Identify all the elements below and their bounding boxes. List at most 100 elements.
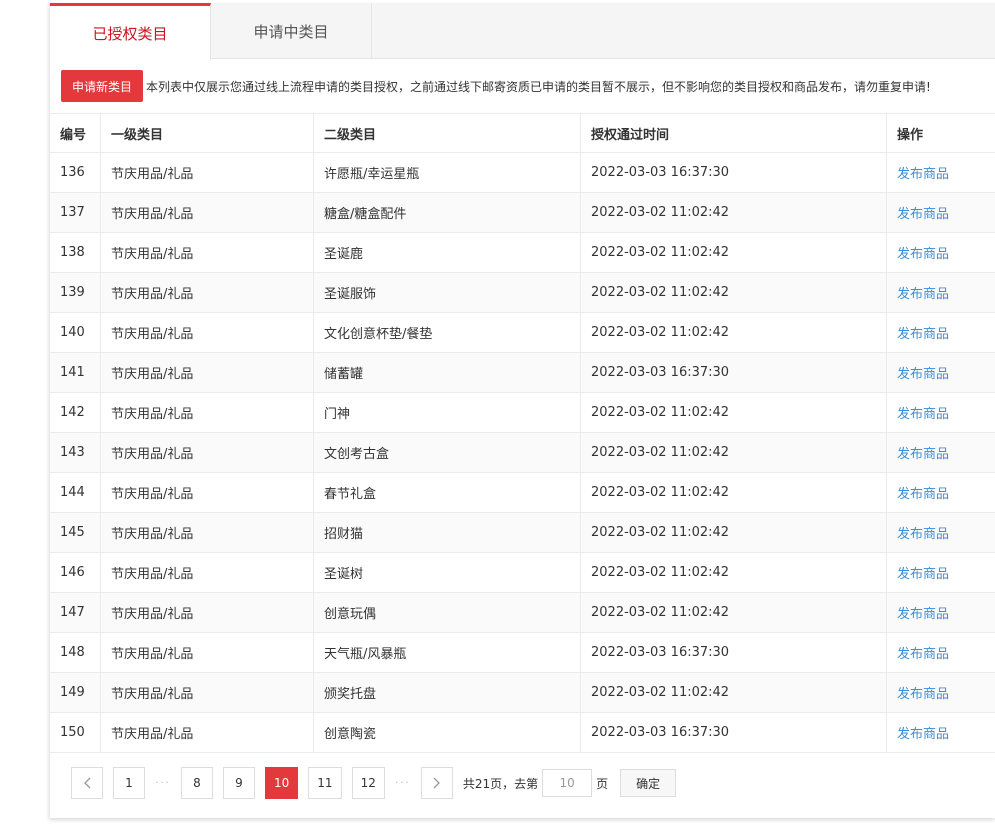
cell-action: 发布商品: [887, 673, 995, 712]
table-row: 140 节庆用品/礼品 文化创意杯垫/餐垫 2022-03-02 11:02:42 发布…: [50, 313, 995, 353]
page-button-9[interactable]: 9: [223, 767, 255, 799]
category-table: 编号 一级类目 二级类目 授权通过时间 操作 136 节庆用品/礼品 许愿瓶/幸运星…: [50, 113, 995, 753]
publish-product-link[interactable]: 发布商品: [897, 483, 949, 502]
cell-category-2: 糖盒/糖盒配件: [314, 193, 581, 232]
header-action: 操作: [897, 127, 924, 143]
cell-category-1: 节庆用品/礼品: [101, 233, 314, 272]
next-page-button[interactable]: [420, 767, 453, 799]
cell-id: 141: [50, 353, 101, 392]
publish-product-link[interactable]: 发布商品: [897, 443, 949, 462]
cell-action: 发布商品: [887, 233, 995, 272]
cell-action: 发布商品: [887, 473, 995, 512]
cell-category-2: 创意陶瓷: [314, 713, 581, 752]
confirm-goto-button[interactable]: 确定: [620, 769, 677, 797]
publish-product-link[interactable]: 发布商品: [897, 563, 949, 582]
cell-id: 139: [50, 273, 101, 312]
cell-category-2: 储蓄罐: [314, 353, 581, 392]
cell-category-2: 许愿瓶/幸运星瓶: [314, 153, 581, 192]
cell-id: 145: [50, 513, 101, 552]
publish-product-link[interactable]: 发布商品: [897, 683, 949, 702]
table-row: 149 节庆用品/礼品 颁奖托盘 2022-03-02 11:02:42 发布商品: [50, 673, 995, 713]
page-button-current[interactable]: 10: [265, 767, 299, 799]
table-row: 145 节庆用品/礼品 招财猫 2022-03-02 11:02:42 发布商品: [50, 513, 995, 553]
cell-action: 发布商品: [887, 433, 995, 472]
cell-category-1: 节庆用品/礼品: [101, 633, 314, 672]
cell-action: 发布商品: [887, 633, 995, 672]
cell-id: 146: [50, 553, 101, 592]
cell-category-2: 圣诞服饰: [314, 273, 581, 312]
cell-auth-time: 2022-03-02 11:02:42: [581, 393, 887, 432]
header-category-2: 二级类目: [314, 114, 581, 152]
table-row: 136 节庆用品/礼品 许愿瓶/幸运星瓶 2022-03-03 16:37:30 发布商…: [50, 153, 995, 193]
chevron-right-icon: [433, 777, 440, 789]
cell-id: 150: [50, 713, 101, 752]
page-button-12[interactable]: 12: [351, 767, 385, 799]
publish-product-link[interactable]: 发布商品: [897, 723, 949, 742]
header-id: 编号: [50, 114, 101, 152]
publish-product-link[interactable]: 发布商品: [897, 603, 949, 622]
cell-category-2: 天气瓶/风暴瓶: [314, 633, 581, 672]
cell-category-2: 颁奖托盘: [314, 673, 581, 712]
tab-authorized-categories[interactable]: 已授权类目: [50, 3, 211, 60]
table-row: 148 节庆用品/礼品 天气瓶/风暴瓶 2022-03-03 16:37:30 发布商品: [50, 633, 995, 673]
cell-category-1: 节庆用品/礼品: [101, 473, 314, 512]
cell-category-1: 节庆用品/礼品: [101, 353, 314, 392]
notice-text: 本列表中仅展示您通过线上流程申请的类目授权，之前通过线下邮寄资质已申请的类目暂不…: [146, 79, 931, 94]
cell-category-1: 节庆用品/礼品: [101, 713, 314, 752]
cell-action: 发布商品: [887, 713, 995, 752]
publish-product-link[interactable]: 发布商品: [897, 523, 949, 542]
goto-page-input[interactable]: [542, 769, 593, 797]
tab-pending-categories[interactable]: 申请中类目: [211, 3, 372, 59]
cell-category-1: 节庆用品/礼品: [101, 313, 314, 352]
publish-product-link[interactable]: 发布商品: [897, 323, 949, 342]
cell-auth-time: 2022-03-02 11:02:42: [581, 433, 887, 472]
cell-id: 137: [50, 193, 101, 232]
cell-id: 149: [50, 673, 101, 712]
table-row: 137 节庆用品/礼品 糖盒/糖盒配件 2022-03-02 11:02:42 发布商品: [50, 193, 995, 233]
cell-category-1: 节庆用品/礼品: [101, 393, 314, 432]
pagination: 1 ··· 8 9 10 11 12 ··· 共21页，去第 页 确定: [71, 767, 677, 799]
cell-id: 138: [50, 233, 101, 272]
cell-category-2: 创意玩偶: [314, 593, 581, 632]
page-button-8[interactable]: 8: [181, 767, 213, 799]
cell-category-1: 节庆用品/礼品: [101, 433, 314, 472]
table-row: 139 节庆用品/礼品 圣诞服饰 2022-03-02 11:02:42 发布商品: [50, 273, 995, 313]
table-row: 141 节庆用品/礼品 储蓄罐 2022-03-03 16:37:30 发布商品: [50, 353, 995, 393]
prev-page-button[interactable]: [71, 767, 103, 799]
publish-product-link[interactable]: 发布商品: [897, 363, 949, 382]
header-auth-time: 授权通过时间: [581, 114, 887, 152]
page-button-1[interactable]: 1: [113, 767, 145, 799]
cell-auth-time: 2022-03-02 11:02:42: [581, 553, 887, 592]
cell-auth-time: 2022-03-02 11:02:42: [581, 593, 887, 632]
cell-auth-time: 2022-03-02 11:02:42: [581, 313, 887, 352]
page-button-11[interactable]: 11: [308, 767, 342, 799]
publish-product-link[interactable]: 发布商品: [897, 283, 949, 302]
table-row: 142 节庆用品/礼品 门神 2022-03-02 11:02:42 发布商品: [50, 393, 995, 433]
cell-action: 发布商品: [887, 513, 995, 552]
apply-new-category-button[interactable]: 申请新类目: [61, 70, 144, 102]
cell-auth-time: 2022-03-02 11:02:42: [581, 473, 887, 512]
publish-product-link[interactable]: 发布商品: [897, 403, 949, 422]
cell-action: 发布商品: [887, 153, 995, 192]
cell-action: 发布商品: [887, 553, 995, 592]
cell-auth-time: 2022-03-02 11:02:42: [581, 673, 887, 712]
publish-product-link[interactable]: 发布商品: [897, 643, 949, 662]
pagination-ellipsis-2: ···: [395, 777, 411, 789]
cell-auth-time: 2022-03-03 16:37:30: [581, 353, 887, 392]
tab-bar: 已授权类目 申请中类目: [50, 3, 995, 60]
publish-product-link[interactable]: 发布商品: [897, 163, 949, 182]
cell-auth-time: 2022-03-03 16:37:30: [581, 153, 887, 192]
table-row: 138 节庆用品/礼品 圣诞鹿 2022-03-02 11:02:42 发布商品: [50, 233, 995, 273]
cell-auth-time: 2022-03-03 16:37:30: [581, 633, 887, 672]
cell-action: 发布商品: [887, 273, 995, 312]
table-row: 146 节庆用品/礼品 圣诞树 2022-03-02 11:02:42 发布商品: [50, 553, 995, 593]
publish-product-link[interactable]: 发布商品: [897, 243, 949, 262]
page-suffix: 页: [596, 776, 609, 791]
publish-product-link[interactable]: 发布商品: [897, 203, 949, 222]
cell-action: 发布商品: [887, 593, 995, 632]
cell-category-2: 门神: [314, 393, 581, 432]
cell-auth-time: 2022-03-03 16:37:30: [581, 713, 887, 752]
table-body: 136 节庆用品/礼品 许愿瓶/幸运星瓶 2022-03-03 16:37:30 发布商…: [50, 153, 995, 753]
table-row: 144 节庆用品/礼品 春节礼盒 2022-03-02 11:02:42 发布商品: [50, 473, 995, 513]
cell-id: 148: [50, 633, 101, 672]
